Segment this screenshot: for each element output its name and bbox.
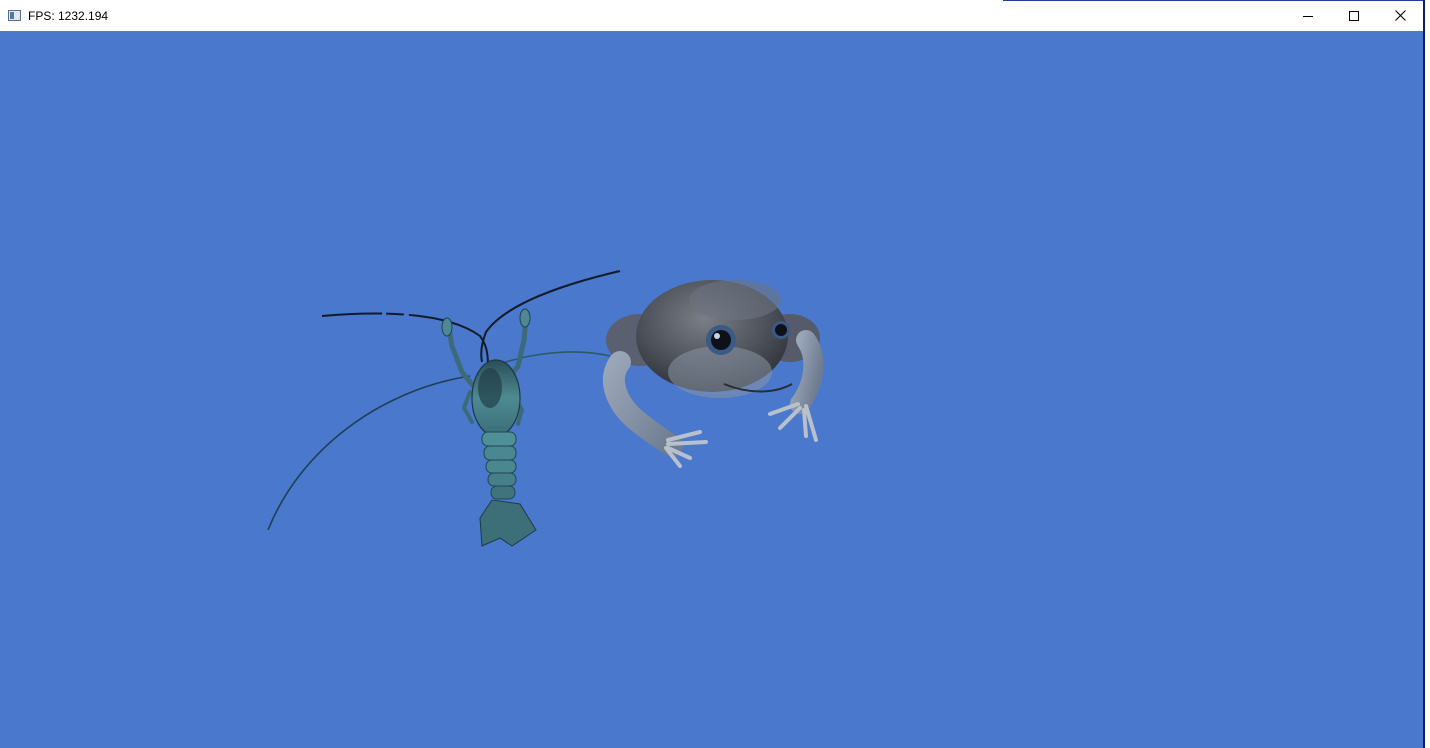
close-button[interactable] (1377, 0, 1423, 31)
app-icon[interactable] (8, 10, 21, 21)
window-border (1423, 0, 1425, 748)
minimize-icon (1303, 15, 1313, 17)
render-window: FPS: 1232.194 (0, 0, 1423, 748)
maximize-button[interactable] (1331, 0, 1377, 31)
crayfish-model (267, 270, 621, 547)
title-bar[interactable]: FPS: 1232.194 (0, 0, 1423, 31)
scene-canvas (267, 270, 824, 547)
toad-model (602, 280, 824, 468)
close-icon (1394, 10, 1406, 21)
render-viewport[interactable] (0, 31, 1423, 748)
window-top-edge (1003, 0, 1423, 1)
maximize-icon (1349, 10, 1359, 21)
window-title: FPS: 1232.194 (28, 8, 109, 23)
minimize-button[interactable] (1285, 0, 1331, 31)
window-controls (1285, 0, 1423, 31)
